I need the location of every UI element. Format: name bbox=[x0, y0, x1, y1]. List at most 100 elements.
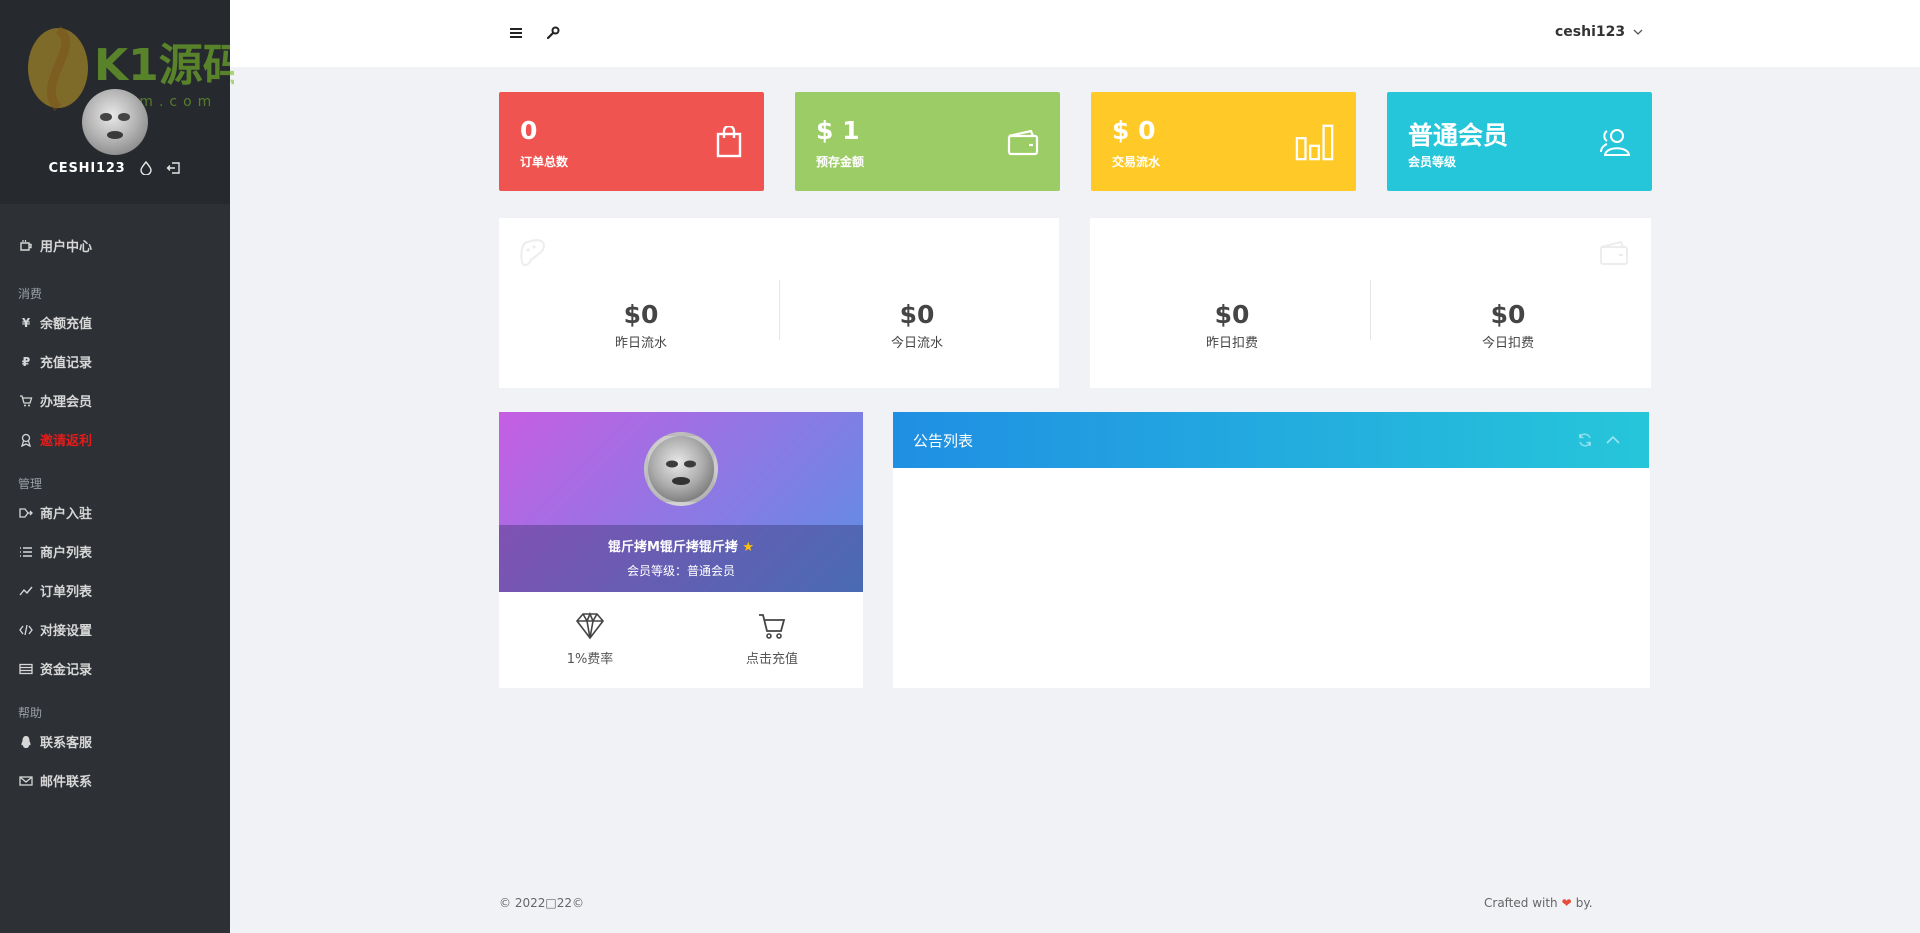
sidebar-item-label: 资金记录 bbox=[40, 663, 93, 678]
recharge-label: 点击充值 bbox=[745, 652, 798, 667]
star-icon: ★ bbox=[742, 540, 755, 555]
stat-card-deposit[interactable]: $ 1 预存金额 bbox=[795, 92, 1060, 191]
sidebar-item-label: 联系客服 bbox=[40, 736, 93, 751]
stat-value: $ 1 bbox=[816, 116, 860, 145]
nav-section-header: 消费 bbox=[18, 287, 43, 301]
yen-icon: ¥ bbox=[21, 315, 31, 330]
profile-name-row: 锟斤拷M锟斤拷锟斤拷 ★ bbox=[499, 536, 863, 555]
trend-icon bbox=[18, 583, 34, 599]
shopping-bag-icon bbox=[703, 122, 743, 162]
list-icon bbox=[18, 544, 34, 560]
sidebar-item-label: 商户列表 bbox=[40, 546, 93, 561]
stat-label: 会员等级 bbox=[1408, 155, 1457, 169]
chevron-up-icon[interactable] bbox=[1605, 432, 1621, 452]
stat-card-member-level[interactable]: 普通会员 会员等级 bbox=[1387, 92, 1652, 191]
metric-value: $0 bbox=[623, 300, 659, 329]
sidebar-item-merchant-join[interactable]: 商户入驻 bbox=[0, 493, 230, 532]
topbar-username: ceshi123 bbox=[1555, 24, 1626, 40]
rate-label: 1%费率 bbox=[566, 652, 614, 667]
sidebar-item-label: 余额充值 bbox=[40, 317, 93, 332]
metric-yesterday-flow: $0 昨日流水 bbox=[541, 300, 741, 351]
metric-yesterday-deduct: $0 昨日扣费 bbox=[1132, 300, 1332, 351]
sidebar-item-label: 用户中心 bbox=[40, 240, 93, 255]
metric-today-deduct: $0 今日扣费 bbox=[1408, 300, 1608, 351]
flow-summary-panel: $0 昨日流水 $0 今日流水 bbox=[499, 218, 1059, 388]
wrench-icon[interactable] bbox=[544, 24, 562, 42]
award-icon bbox=[18, 432, 34, 448]
cart-icon bbox=[757, 614, 787, 644]
topbar: ceshi123 bbox=[230, 0, 1920, 67]
rate-action[interactable]: 1%费率 bbox=[499, 611, 681, 667]
stat-card-orders[interactable]: 0 订单总数 bbox=[499, 92, 764, 191]
sidebar-item-label: 商户入驻 bbox=[40, 507, 93, 522]
nav-section-header: 帮助 bbox=[18, 706, 43, 720]
sidebar-username[interactable]: CESHI123 bbox=[48, 161, 125, 176]
users-icon bbox=[1591, 122, 1631, 162]
sidebar-item-recharge-records[interactable]: ₽ 充值记录 bbox=[0, 342, 230, 381]
sidebar-item-label: 邮件联系 bbox=[40, 775, 93, 790]
sidebar-item-integration-settings[interactable]: 对接设置 bbox=[0, 610, 230, 649]
notice-header: 公告列表 bbox=[893, 412, 1649, 468]
sidebar-item-merchant-list[interactable]: 商户列表 bbox=[0, 532, 230, 571]
stat-card-turnover[interactable]: $ 0 交易流水 bbox=[1091, 92, 1356, 191]
menu-toggle-icon[interactable] bbox=[507, 24, 525, 42]
qq-icon bbox=[18, 734, 34, 750]
sidebar-item-label: 充值记录 bbox=[40, 356, 93, 371]
notice-title: 公告列表 bbox=[913, 432, 974, 450]
coffee-cup-icon bbox=[18, 238, 34, 254]
sidebar-item-user-center[interactable]: 用户中心 bbox=[0, 226, 230, 265]
avatar[interactable] bbox=[644, 432, 718, 506]
wallet-icon bbox=[1599, 240, 1629, 270]
metric-value: $0 bbox=[899, 300, 935, 329]
divider bbox=[779, 280, 780, 340]
table-icon bbox=[18, 661, 34, 677]
theme-drop-icon[interactable] bbox=[138, 160, 154, 176]
profile-name: 锟斤拷M锟斤拷锟斤拷 bbox=[607, 540, 738, 555]
nav-section-header: 管理 bbox=[18, 477, 43, 491]
profile-banner: 锟斤拷M锟斤拷锟斤拷 ★ 会员等级：普通会员 bbox=[499, 412, 863, 592]
wallet-icon bbox=[999, 122, 1039, 162]
metric-label: 今日扣费 bbox=[1481, 336, 1534, 351]
sidebar-item-email-contact[interactable]: 邮件联系 bbox=[0, 761, 230, 800]
stat-value: 0 bbox=[520, 116, 538, 145]
sign-in-icon bbox=[18, 505, 34, 521]
chevron-down-icon bbox=[1633, 24, 1643, 40]
sidebar-item-fund-records[interactable]: 资金记录 bbox=[0, 649, 230, 688]
recharge-action[interactable]: 点击充值 bbox=[681, 612, 863, 667]
sidebar-header: K1源码 k1ym.com CESHI123 bbox=[0, 0, 234, 204]
sidebar-item-balance-recharge[interactable]: ¥ 余额充值 bbox=[0, 303, 230, 342]
divider bbox=[1370, 280, 1371, 340]
sidebar-item-label: 对接设置 bbox=[40, 624, 93, 639]
stat-label: 交易流水 bbox=[1112, 155, 1161, 169]
metric-value: $0 bbox=[1214, 300, 1250, 329]
sidebar: K1源码 k1ym.com CESHI123 用户中心 消费 ¥ 余额充值 ₽ … bbox=[0, 0, 234, 933]
bar-chart-icon bbox=[1295, 122, 1335, 162]
code-icon bbox=[18, 622, 34, 638]
refresh-icon[interactable] bbox=[1577, 432, 1593, 452]
avatar[interactable] bbox=[82, 89, 148, 155]
cart-icon bbox=[18, 393, 34, 409]
sidebar-item-label: 办理会员 bbox=[40, 395, 93, 410]
footer-credit: Crafted with ❤ by. bbox=[1484, 896, 1593, 910]
metric-label: 今日流水 bbox=[890, 336, 943, 351]
footer-copyright: © 2022□22© bbox=[499, 896, 584, 910]
sidebar-item-contact-support[interactable]: 联系客服 bbox=[0, 722, 230, 761]
metric-value: $0 bbox=[1490, 300, 1526, 329]
sidebar-item-label: 订单列表 bbox=[40, 585, 93, 600]
sidebar-item-invite-rebate[interactable]: 邀请返利 bbox=[0, 420, 230, 459]
mail-icon bbox=[18, 773, 34, 789]
metric-label: 昨日扣费 bbox=[1205, 336, 1258, 351]
stat-value: $ 0 bbox=[1112, 116, 1156, 145]
metric-today-flow: $0 今日流水 bbox=[817, 300, 1017, 351]
sidebar-item-order-list[interactable]: 订单列表 bbox=[0, 571, 230, 610]
user-dropdown[interactable]: ceshi123 bbox=[1555, 24, 1643, 40]
gamepad-icon bbox=[519, 238, 549, 272]
deduct-summary-panel: $0 昨日扣费 $0 今日扣费 bbox=[1090, 218, 1651, 388]
profile-level: 会员等级：普通会员 bbox=[626, 564, 735, 578]
logout-icon[interactable] bbox=[166, 160, 182, 176]
watermark-brand: K1源码 bbox=[94, 40, 234, 91]
notice-panel: 公告列表 bbox=[893, 412, 1650, 688]
sidebar-item-membership[interactable]: 办理会员 bbox=[0, 381, 230, 420]
ruble-icon: ₽ bbox=[21, 354, 31, 369]
stat-label: 订单总数 bbox=[520, 155, 569, 169]
